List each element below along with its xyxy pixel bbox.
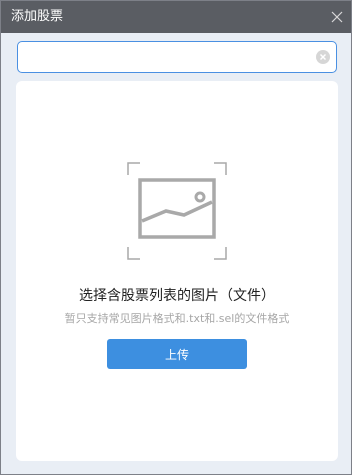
drop-zone-hint: 暂只支持常见图片格式和.txt和.sel的文件格式: [64, 312, 290, 325]
title-bar: 添加股票: [1, 1, 351, 33]
add-stock-dialog: 添加股票 选择含股票列表的图片（文件） 暂只支持常见图片格式和.txt和.sel…: [0, 0, 352, 475]
close-icon[interactable]: [329, 9, 345, 25]
search-input[interactable]: [26, 46, 316, 68]
dialog-title: 添加股票: [11, 9, 64, 24]
drop-zone-title: 选择含股票列表的图片（文件）: [79, 288, 275, 304]
upload-button[interactable]: 上传: [107, 339, 247, 369]
drop-zone-panel[interactable]: 选择含股票列表的图片（文件） 暂只支持常见图片格式和.txt和.sel的文件格式…: [16, 81, 338, 461]
clear-circle-icon[interactable]: [315, 49, 331, 65]
image-placeholder-icon: [126, 161, 228, 261]
search-box: [17, 41, 337, 73]
